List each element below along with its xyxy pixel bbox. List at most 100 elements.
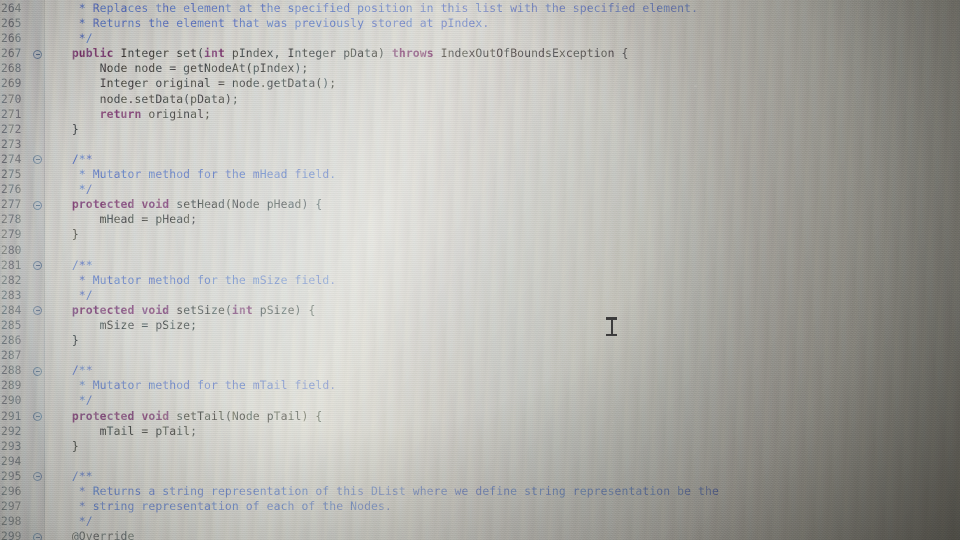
line-number: 279 [1, 228, 22, 242]
line-number: 283 [1, 288, 22, 302]
code-line-text: * Mutator method for the mTail field. [44, 378, 336, 393]
code-line[interactable]: 284 protected void setSize(int pSize) { [0, 303, 960, 318]
code-line[interactable]: 265 * Returns the element that was previ… [0, 16, 960, 31]
code-line[interactable]: 280 [0, 243, 960, 258]
code-token: */ [78, 182, 93, 197]
code-line-text: public Integer set(int pIndex, Integer p… [44, 46, 629, 61]
line-number: 270 [1, 92, 22, 106]
code-line[interactable]: 276 */ [0, 182, 960, 197]
line-number: 290 [1, 394, 22, 408]
fold-collapse-icon[interactable] [33, 532, 42, 540]
code-line[interactable]: 269 Integer original = node.getData(); [0, 76, 960, 91]
code-line[interactable]: 271 return original; [0, 107, 960, 122]
code-line[interactable]: 293 } [0, 439, 960, 454]
code-line-text: /** [44, 363, 93, 378]
code-line[interactable]: 288 /** [0, 363, 960, 378]
code-line[interactable]: 286 } [0, 333, 960, 348]
code-line[interactable]: 283 */ [0, 288, 960, 303]
fold-collapse-icon[interactable] [33, 366, 42, 376]
code-line[interactable]: 264 * Replaces the element at the specif… [0, 1, 960, 16]
fold-collapse-icon[interactable] [33, 49, 42, 59]
code-token: protected [71, 302, 135, 317]
line-number: 281 [1, 258, 22, 272]
line-number: 274 [1, 152, 22, 166]
line-number: 272 [1, 122, 22, 136]
code-line-text: * Returns the element that was previousl… [44, 16, 489, 31]
code-line[interactable]: 298 */ [0, 514, 960, 529]
code-token: */ [78, 287, 93, 302]
code-line[interactable]: 294 [0, 454, 960, 469]
code-line-text: /** [44, 152, 93, 167]
fold-collapse-icon[interactable] [33, 155, 42, 165]
code-line[interactable]: 287 [0, 348, 960, 363]
code-token: mHead = pHead; [44, 212, 198, 227]
code-line-text: protected void setTail(Node pTail) { [44, 409, 322, 424]
code-line[interactable]: 297 * string representation of each of t… [0, 499, 960, 514]
java-source-editor[interactable]: 264 * Replaces the element at the specif… [0, 0, 960, 540]
line-number: 277 [1, 198, 22, 212]
fold-collapse-icon[interactable] [33, 306, 42, 316]
code-token: */ [78, 514, 93, 529]
code-line-text: * Replaces the element at the specified … [44, 1, 698, 16]
code-line[interactable]: 274 /** [0, 152, 960, 167]
code-line[interactable]: 299 @Override [0, 529, 960, 540]
code-line-text: */ [44, 393, 93, 408]
code-line[interactable]: 282 * Mutator method for the mSize field… [0, 273, 960, 288]
code-line[interactable]: 291 protected void setTail(Node pTail) { [0, 409, 960, 424]
code-line[interactable]: 277 protected void setHead(Node pHead) { [0, 197, 960, 212]
screen-photograph: 264 * Replaces the element at the specif… [0, 0, 960, 540]
line-number: 289 [1, 379, 22, 393]
code-line-text: /** [44, 469, 93, 484]
line-number: 267 [1, 47, 22, 61]
code-line[interactable]: 296 * Returns a string representation of… [0, 484, 960, 499]
code-token: } [44, 121, 79, 136]
fold-collapse-icon[interactable] [33, 412, 42, 422]
code-token: /** [71, 151, 93, 166]
code-line[interactable]: 295 /** [0, 469, 960, 484]
code-line-text: node.setData(pData); [44, 92, 239, 107]
code-line[interactable]: 275 * Mutator method for the mHead field… [0, 167, 960, 182]
code-line[interactable]: 279 } [0, 227, 960, 242]
fold-collapse-icon[interactable] [33, 261, 42, 271]
fold-collapse-icon[interactable] [33, 200, 42, 210]
line-number: 285 [1, 318, 22, 332]
code-line-text: */ [44, 514, 93, 529]
code-line[interactable]: 268 Node node = getNodeAt(pIndex); [0, 61, 960, 76]
line-number: 294 [1, 454, 22, 468]
code-line[interactable]: 285 mSize = pSize; [0, 318, 960, 333]
line-number: 292 [1, 424, 22, 438]
code-line-text: /** [44, 258, 93, 273]
code-line[interactable]: 278 mHead = pHead; [0, 212, 960, 227]
line-number: 287 [1, 349, 22, 363]
code-token: setTail(Node pTail) { [169, 408, 323, 423]
fold-collapse-icon[interactable] [33, 472, 42, 482]
code-token: */ [78, 393, 93, 408]
code-line[interactable]: 266 */ [0, 31, 960, 46]
code-line[interactable]: 289 * Mutator method for the mTail field… [0, 378, 960, 393]
code-line[interactable]: 270 node.setData(pData); [0, 92, 960, 107]
code-line[interactable]: 273 [0, 137, 960, 152]
code-line[interactable]: 292 mTail = pTail; [0, 424, 960, 439]
line-number: 293 [1, 439, 22, 453]
code-token: int [204, 46, 225, 61]
code-token: /** [71, 257, 93, 272]
code-token: * string representation of each of the N… [78, 499, 392, 514]
code-line[interactable]: 281 /** [0, 258, 960, 273]
line-number: 296 [1, 485, 22, 498]
code-line[interactable]: 290 */ [0, 393, 960, 408]
code-line-text: */ [44, 182, 93, 197]
line-number: 264 [1, 2, 22, 15]
code-line[interactable]: 272 } [0, 122, 960, 137]
code-token: pSize) { [252, 302, 316, 317]
code-line[interactable]: 267 public Integer set(int pIndex, Integ… [0, 46, 960, 61]
dust-speck [612, 422, 614, 424]
